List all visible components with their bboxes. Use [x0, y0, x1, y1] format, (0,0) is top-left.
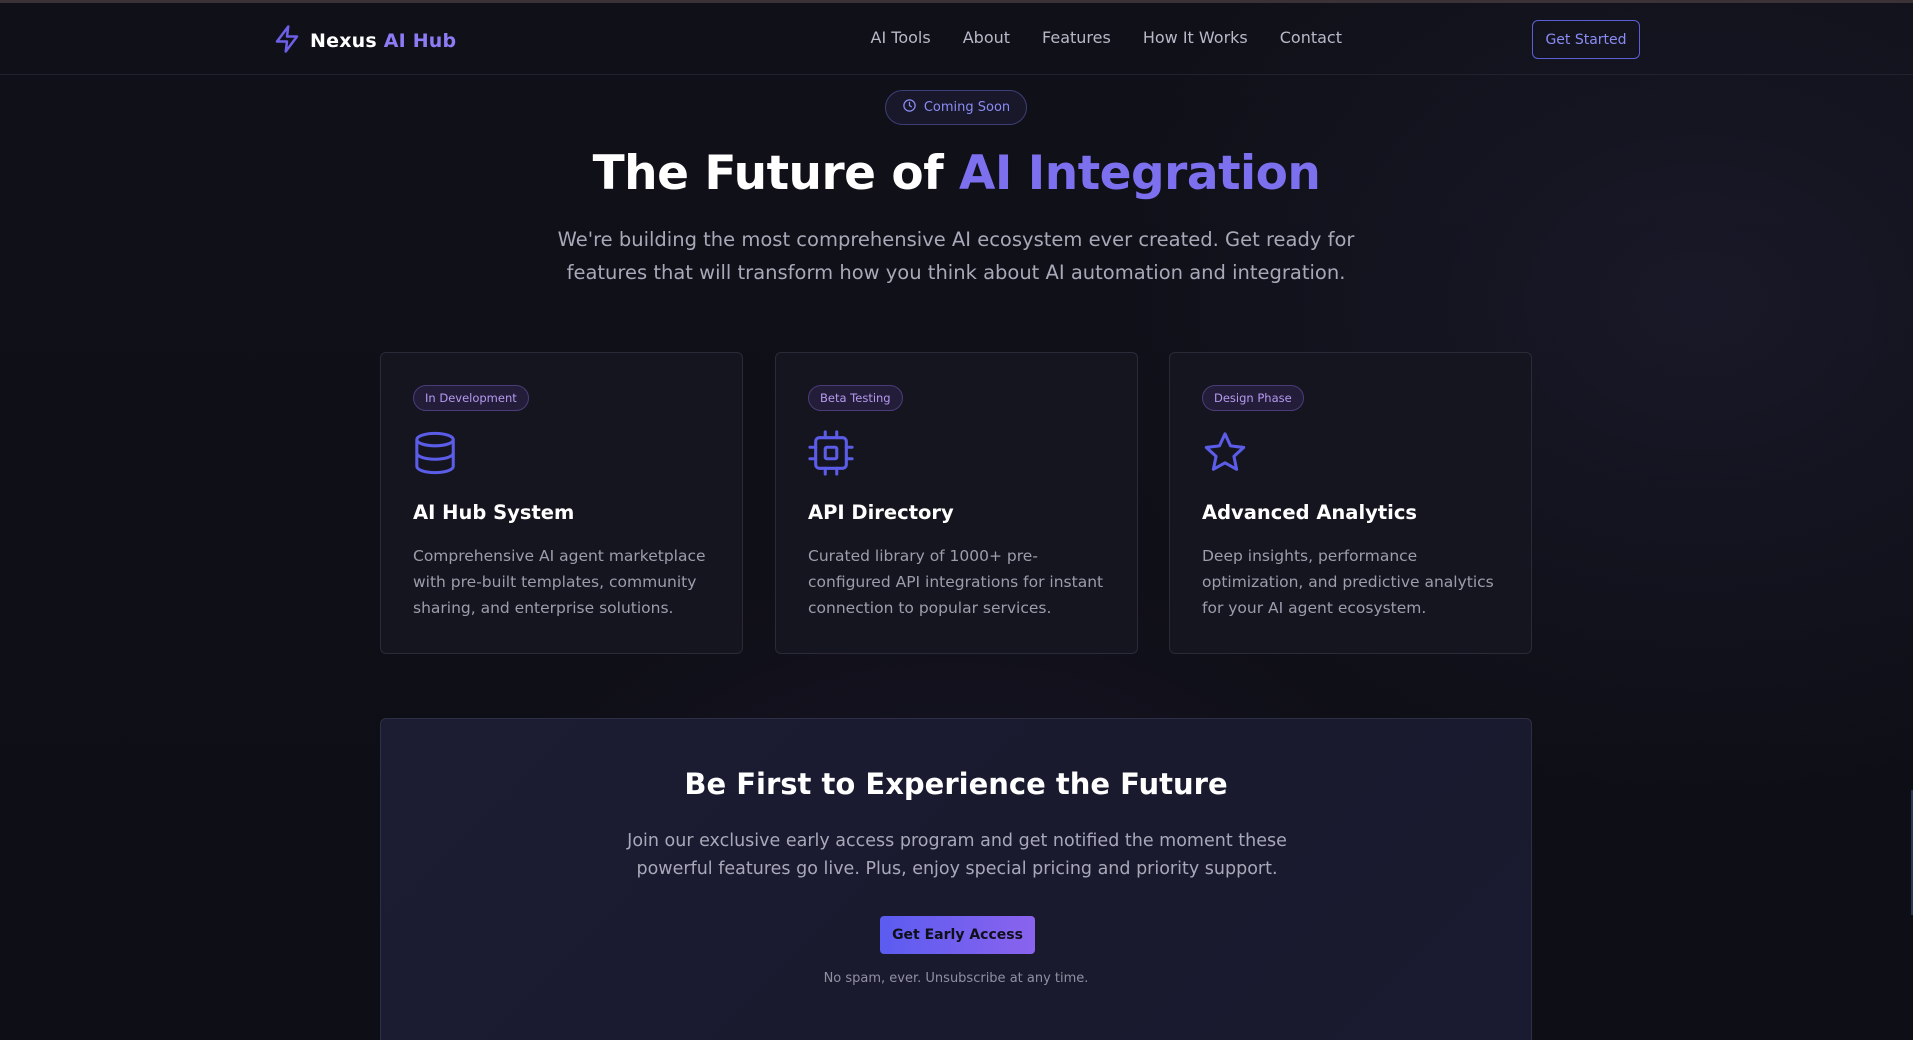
cta-note: No spam, ever. Unsubscribe at any time. — [823, 971, 1089, 986]
site-header: Nexus AI Hub AI Tools About Features How… — [0, 3, 1913, 75]
lightning-icon — [272, 23, 302, 59]
card-title: AI Hub System — [413, 501, 575, 524]
brand-name-accent: AI Hub — [383, 30, 457, 52]
coming-soon-label: Coming Soon — [923, 100, 1011, 115]
status-badge: In Development — [413, 385, 529, 411]
card-description: Curated library of 1000+ pre-configured … — [808, 547, 1104, 617]
early-access-section: Be First to Experience the Future Join o… — [380, 718, 1532, 1040]
brand-name-text: Nexus — [310, 30, 377, 52]
brand-logo[interactable]: Nexus AI Hub — [272, 23, 456, 59]
hero-title-accent: AI Integration — [959, 146, 1321, 201]
hero-title: The Future of AI Integration — [0, 146, 1913, 201]
feature-card-ai-hub: In Development AI Hub System Comprehensi… — [380, 352, 743, 654]
card-description: Comprehensive AI agent marketplace with … — [413, 547, 706, 617]
nav-features[interactable]: Features — [1042, 28, 1111, 47]
feature-card-analytics: Design Phase Advanced Analytics Deep ins… — [1169, 352, 1532, 654]
clock-icon — [902, 98, 917, 117]
feature-card-api-directory: Beta Testing API Directory Curated libra… — [775, 352, 1138, 654]
hero-title-plain: The Future of — [592, 146, 960, 201]
cta-description: Join our exclusive early access program … — [627, 831, 1287, 879]
cta-title: Be First to Experience the Future — [684, 767, 1228, 801]
nav-ai-tools[interactable]: AI Tools — [871, 28, 931, 47]
card-description: Deep insights, performance optimization,… — [1202, 547, 1494, 617]
coming-soon-badge: Coming Soon — [885, 90, 1027, 125]
database-icon — [413, 429, 459, 477]
cpu-icon — [808, 429, 854, 477]
get-started-button[interactable]: Get Started — [1532, 20, 1640, 59]
main-nav: AI Tools About Features How It Works Con… — [871, 28, 1342, 47]
star-icon — [1202, 429, 1248, 477]
get-early-access-button[interactable]: Get Early Access — [880, 916, 1035, 954]
nav-contact[interactable]: Contact — [1280, 28, 1342, 47]
nav-how-it-works[interactable]: How It Works — [1143, 28, 1248, 47]
nav-about[interactable]: About — [963, 28, 1010, 47]
card-title: API Directory — [808, 501, 954, 524]
hero-subtitle: We're building the most comprehensive AI… — [557, 228, 1355, 284]
status-badge: Beta Testing — [808, 385, 903, 411]
brand-name: Nexus AI Hub — [310, 30, 456, 52]
status-badge: Design Phase — [1202, 385, 1304, 411]
card-title: Advanced Analytics — [1202, 501, 1418, 524]
